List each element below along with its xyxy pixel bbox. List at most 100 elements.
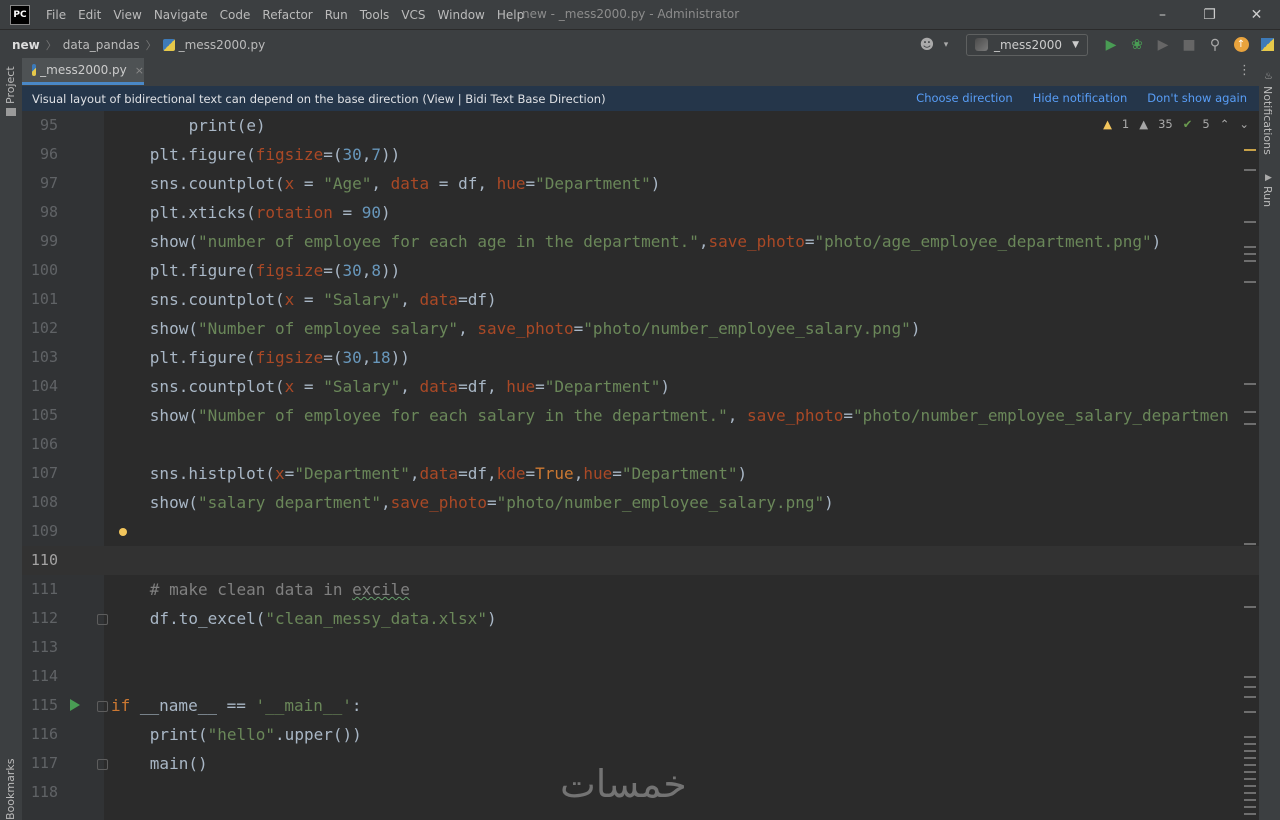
run-gutter-icon[interactable] (70, 699, 80, 711)
code-editor[interactable]: 95 print(e) 96 plt.figure(figsize=(30,7)) 97… (22, 111, 1259, 820)
project-tool-window-button[interactable]: Project (4, 66, 17, 104)
toolbar-right: ☻ ▾ _mess2000 ▼ ▶ ❀ ▶ ■ ⚲ ↑ (914, 30, 1280, 59)
left-tool-strip: Project Bookmarks (0, 58, 23, 820)
tab-mess2000[interactable]: _mess2000.py × (22, 58, 144, 85)
scrollbar-marker[interactable] (1244, 686, 1256, 688)
close-window-icon[interactable]: ✕ (1233, 0, 1280, 29)
code-line[interactable]: 102 show("Number of employee salary", sav… (22, 314, 1259, 343)
scrollbar-marker[interactable] (1244, 260, 1256, 262)
minimize-icon[interactable]: – (1139, 0, 1186, 29)
fold-marker-icon[interactable] (97, 759, 108, 770)
line-number: 114 (30, 667, 58, 685)
menu-edit[interactable]: Edit (72, 8, 107, 22)
breadcrumb-file[interactable]: _mess2000.py (179, 38, 266, 52)
code-line[interactable]: 101 sns.countplot(x = "Salary", data=df) (22, 285, 1259, 314)
code-line[interactable]: 99 show("number of employee for each age … (22, 227, 1259, 256)
breadcrumb-project[interactable]: new (12, 38, 40, 52)
bookmarks-tool-window-button[interactable]: Bookmarks (4, 759, 17, 820)
line-number: 101 (30, 290, 58, 308)
code-text: plt.figure(figsize=(30,8)) (149, 261, 401, 280)
fold-marker-icon[interactable] (97, 614, 108, 625)
line-number: 116 (30, 725, 58, 743)
next-highlight-icon[interactable]: ⌄ (1239, 117, 1249, 131)
scrollbar-marker[interactable] (1244, 696, 1256, 698)
user-icon[interactable]: ☻ (915, 33, 939, 57)
line-number: 106 (30, 435, 58, 453)
menu-view[interactable]: View (107, 8, 147, 22)
more-options-icon[interactable]: ⋮ (1238, 63, 1251, 78)
watermark-logo: خمسات (560, 762, 687, 806)
search-icon[interactable]: ⚲ (1203, 33, 1227, 57)
code-line[interactable]: 108 show("salary department",save_photo="… (22, 488, 1259, 517)
previous-highlight-icon[interactable]: ⌃ (1220, 117, 1230, 131)
code-line[interactable]: 104 sns.countplot(x = "Salary", data=df, … (22, 372, 1259, 401)
scrollbar-thumb[interactable] (1244, 736, 1256, 820)
code-line[interactable]: 112 df.to_excel("clean_messy_data.xlsx") (22, 604, 1259, 633)
window-controls: – ❐ ✕ (1139, 0, 1280, 29)
scrollbar-marker[interactable] (1244, 169, 1256, 171)
code-text: # make clean data in excile (149, 580, 410, 599)
scrollbar-marker[interactable] (1244, 383, 1256, 385)
code-line[interactable]: 97 sns.countplot(x = "Age", data = df, hu… (22, 169, 1259, 198)
dont-show-again-link[interactable]: Don't show again (1147, 91, 1247, 105)
python-file-icon (162, 38, 175, 51)
code-line[interactable]: 98 plt.xticks(rotation = 90) (22, 198, 1259, 227)
scrollbar-marker[interactable] (1244, 606, 1256, 608)
hide-notification-link[interactable]: Hide notification (1033, 91, 1128, 105)
menu-vcs[interactable]: VCS (395, 8, 431, 22)
code-line[interactable]: 115 if __name__ == '__main__': (22, 691, 1259, 720)
code-line[interactable]: 110 (22, 546, 1259, 575)
update-icon[interactable]: ↑ (1229, 33, 1253, 57)
code-line[interactable]: 109 (22, 517, 1259, 546)
code-text: plt.figure(figsize=(30,7)) (149, 145, 401, 164)
fold-marker-icon[interactable] (97, 701, 108, 712)
scrollbar-marker[interactable] (1244, 411, 1256, 413)
menu-window[interactable]: Window (432, 8, 491, 22)
code-line[interactable]: 106 (22, 430, 1259, 459)
weak-warning-count: 35 (1158, 117, 1173, 131)
code-line[interactable]: 111 # make clean data in excile (22, 575, 1259, 604)
breadcrumb-folder[interactable]: data_pandas (63, 38, 140, 52)
code-line[interactable]: 103 plt.figure(figsize=(30,18)) (22, 343, 1259, 372)
notifications-tool-window-button[interactable]: Notifications (1261, 86, 1274, 155)
menu-tools[interactable]: Tools (354, 8, 396, 22)
menu-run[interactable]: Run (319, 8, 354, 22)
run-icon[interactable]: ▶ (1099, 33, 1123, 57)
scrollbar-marker[interactable] (1244, 253, 1256, 255)
scrollbar-warning-marker[interactable] (1244, 149, 1256, 151)
plugin-icon[interactable] (1255, 33, 1279, 57)
code-text: plt.xticks(rotation = 90) (149, 203, 391, 222)
debug-icon[interactable]: ❀ (1125, 33, 1149, 57)
menu-navigate[interactable]: Navigate (148, 8, 214, 22)
code-line[interactable]: 100 plt.figure(figsize=(30,8)) (22, 256, 1259, 285)
navigation-bar: new 〉 data_pandas 〉 _mess2000.py ☻ ▾ _me… (0, 29, 1280, 60)
run-tool-window-button[interactable]: Run (1261, 186, 1274, 207)
inspection-widget[interactable]: ▲ 1 ▲ 35 ✔ 5 ⌃ ⌄ (1103, 117, 1249, 131)
code-line[interactable]: 105 show("Number of employee for each sal… (22, 401, 1259, 430)
lightbulb-icon[interactable] (119, 528, 127, 536)
scrollbar-marker[interactable] (1244, 281, 1256, 283)
user-dropdown-icon[interactable]: ▾ (941, 33, 951, 57)
coverage-icon[interactable]: ▶ (1151, 33, 1175, 57)
code-line[interactable]: 96 plt.figure(figsize=(30,7)) (22, 140, 1259, 169)
stop-icon[interactable]: ■ (1177, 33, 1201, 57)
scrollbar-marker[interactable] (1244, 543, 1256, 545)
scrollbar-marker[interactable] (1244, 711, 1256, 713)
menu-file[interactable]: File (40, 8, 72, 22)
code-line[interactable]: 107 sns.histplot(x="Department",data=df,k… (22, 459, 1259, 488)
menu-code[interactable]: Code (214, 8, 257, 22)
run-config-select[interactable]: _mess2000 ▼ (965, 33, 1088, 56)
code-line[interactable]: 113 (22, 633, 1259, 662)
scrollbar-marker[interactable] (1244, 423, 1256, 425)
restore-icon[interactable]: ❐ (1186, 0, 1233, 29)
choose-direction-link[interactable]: Choose direction (916, 91, 1013, 105)
code-line[interactable]: 116 print("hello".upper()) (22, 720, 1259, 749)
code-text: sns.histplot(x="Department",data=df,kde=… (149, 464, 748, 483)
menu-refactor[interactable]: Refactor (256, 8, 318, 22)
scrollbar-marker[interactable] (1244, 676, 1256, 678)
scrollbar-marker[interactable] (1244, 246, 1256, 248)
code-line[interactable]: 95 print(e) (22, 111, 1259, 140)
scrollbar-marker[interactable] (1244, 221, 1256, 223)
code-line[interactable]: 114 (22, 662, 1259, 691)
close-tab-icon[interactable]: × (135, 64, 144, 77)
